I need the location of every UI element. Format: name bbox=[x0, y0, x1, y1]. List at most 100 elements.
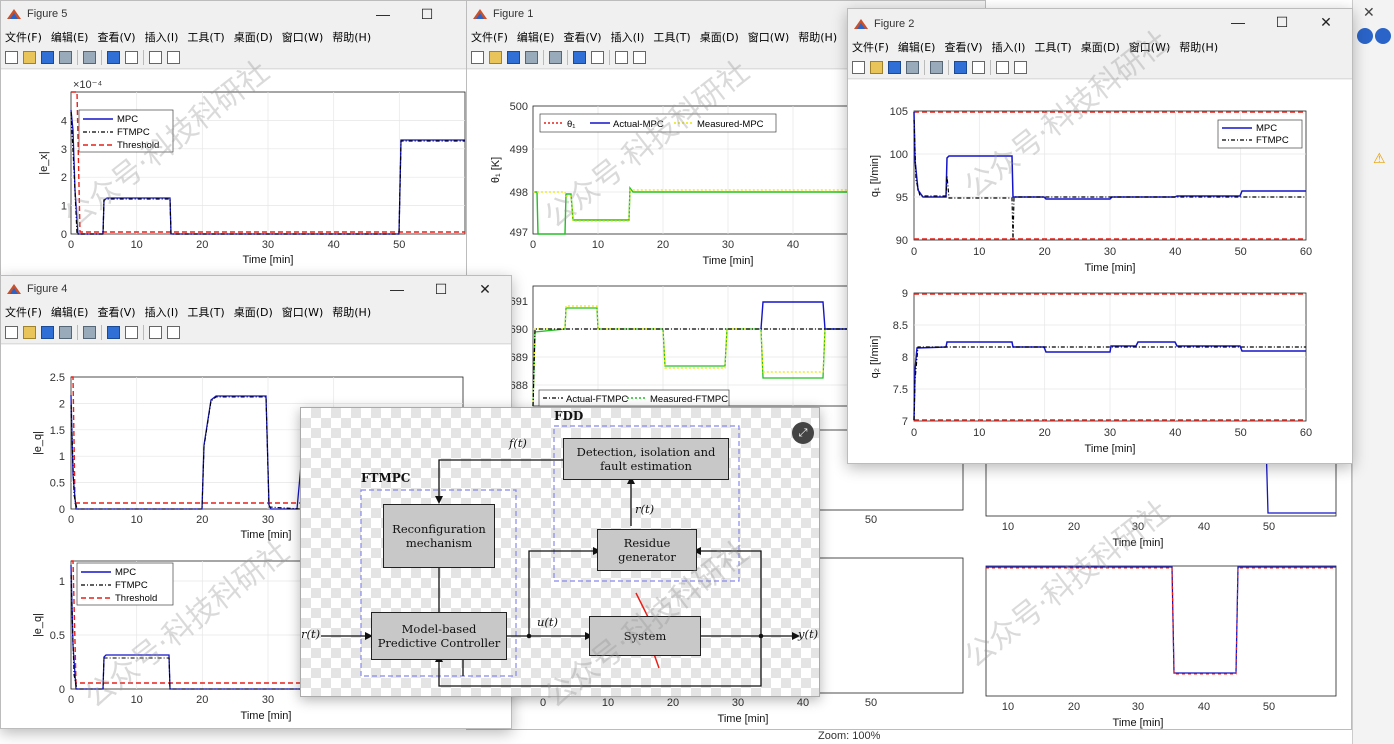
property-editor-icon[interactable] bbox=[1014, 61, 1027, 74]
maximize-button[interactable]: ☐ bbox=[405, 1, 449, 27]
save-icon[interactable] bbox=[41, 326, 54, 339]
menu-help[interactable]: 帮助(H) bbox=[798, 29, 837, 45]
open-folder-icon[interactable] bbox=[870, 61, 883, 74]
property-editor-icon[interactable] bbox=[633, 51, 646, 64]
menu-window[interactable]: 窗口(W) bbox=[1129, 39, 1170, 55]
print-icon[interactable] bbox=[906, 61, 919, 74]
print-icon[interactable] bbox=[525, 51, 538, 64]
menu-desktop[interactable]: 桌面(D) bbox=[700, 29, 739, 45]
minimize-button[interactable]: — bbox=[375, 276, 419, 302]
menu-insert[interactable]: 插入(I) bbox=[611, 29, 645, 45]
warning-icon: ⚠ bbox=[1373, 150, 1386, 166]
minimize-button[interactable]: — bbox=[1216, 9, 1260, 35]
menu-file[interactable]: 文件(F) bbox=[852, 39, 889, 55]
link-icon[interactable] bbox=[83, 326, 96, 339]
menu-file[interactable]: 文件(F) bbox=[5, 304, 42, 320]
pointer-icon[interactable] bbox=[149, 326, 162, 339]
new-file-icon[interactable] bbox=[5, 51, 18, 64]
menu-window[interactable]: 窗口(W) bbox=[282, 29, 323, 45]
menu-insert[interactable]: 插入(I) bbox=[145, 304, 179, 320]
legend-icon[interactable] bbox=[591, 51, 604, 64]
menu-edit[interactable]: 编辑(E) bbox=[898, 39, 936, 55]
menu-view[interactable]: 查看(V) bbox=[944, 39, 982, 55]
link-icon[interactable] bbox=[930, 61, 943, 74]
save-icon[interactable] bbox=[41, 51, 54, 64]
menu-tools[interactable]: 工具(T) bbox=[1034, 39, 1071, 55]
legend-icon[interactable] bbox=[125, 51, 138, 64]
menu-desktop[interactable]: 桌面(D) bbox=[234, 304, 273, 320]
menu-window[interactable]: 窗口(W) bbox=[748, 29, 789, 45]
menu-view[interactable]: 查看(V) bbox=[563, 29, 601, 45]
colorbar-icon[interactable] bbox=[107, 51, 120, 64]
link-icon[interactable] bbox=[83, 51, 96, 64]
pointer-icon[interactable] bbox=[615, 51, 628, 64]
minimize-button[interactable]: — bbox=[361, 1, 405, 27]
xtick: 20 bbox=[196, 514, 208, 526]
legend-threshold: Threshold bbox=[115, 593, 157, 604]
xtick: 60 bbox=[1300, 427, 1312, 439]
fault-signal-label: f(t) bbox=[509, 436, 527, 450]
chevron-down-icon[interactable] bbox=[1375, 28, 1391, 44]
maximize-button[interactable]: ☐ bbox=[1260, 9, 1304, 35]
legend-icon[interactable] bbox=[125, 326, 138, 339]
close-icon[interactable]: ✕ bbox=[1363, 4, 1375, 21]
xtick: 30 bbox=[732, 697, 744, 709]
xtick: 30 bbox=[262, 514, 274, 526]
property-editor-icon[interactable] bbox=[167, 326, 180, 339]
figure1-bottom-legend: Actual-FTMPC Measured-FTMPC bbox=[538, 389, 730, 407]
maximize-button[interactable]: ☐ bbox=[419, 276, 463, 302]
xtick: 60 bbox=[1300, 246, 1312, 258]
legend-actual-mpc: Actual-MPC bbox=[613, 119, 664, 130]
figure2-canvas: 90 95 100 105 0 10 20 30 40 50 60 Time [… bbox=[848, 80, 1352, 463]
colorbar-icon[interactable] bbox=[573, 51, 586, 64]
expand-icon[interactable]: ⤢ bbox=[792, 422, 814, 444]
menu-tools[interactable]: 工具(T) bbox=[653, 29, 690, 45]
xtick: 50 bbox=[1235, 427, 1247, 439]
print-icon[interactable] bbox=[59, 51, 72, 64]
open-folder-icon[interactable] bbox=[489, 51, 502, 64]
legend-icon[interactable] bbox=[972, 61, 985, 74]
colorbar-icon[interactable] bbox=[954, 61, 967, 74]
new-file-icon[interactable] bbox=[471, 51, 484, 64]
menu-tools[interactable]: 工具(T) bbox=[187, 29, 224, 45]
ytick: 690 bbox=[510, 324, 528, 336]
menu-insert[interactable]: 插入(I) bbox=[992, 39, 1026, 55]
menu-edit[interactable]: 编辑(E) bbox=[51, 29, 89, 45]
xtick: 20 bbox=[196, 239, 208, 251]
menu-view[interactable]: 查看(V) bbox=[97, 29, 135, 45]
legend-mpc: MPC bbox=[115, 567, 136, 578]
menu-help[interactable]: 帮助(H) bbox=[332, 304, 371, 320]
menu-help[interactable]: 帮助(H) bbox=[332, 29, 371, 45]
menu-file[interactable]: 文件(F) bbox=[471, 29, 508, 45]
close-button[interactable]: ✕ bbox=[463, 276, 507, 302]
figure2-window: Figure 2 — ☐ ✕ 文件(F) 编辑(E) 查看(V) 插入(I) 工… bbox=[847, 8, 1353, 464]
menu-view[interactable]: 查看(V) bbox=[97, 304, 135, 320]
save-icon[interactable] bbox=[888, 61, 901, 74]
menu-edit[interactable]: 编辑(E) bbox=[51, 304, 89, 320]
menu-desktop[interactable]: 桌面(D) bbox=[234, 29, 273, 45]
property-editor-icon[interactable] bbox=[167, 51, 180, 64]
x-axis-label: Time [min] bbox=[1113, 537, 1164, 549]
open-folder-icon[interactable] bbox=[23, 326, 36, 339]
new-file-icon[interactable] bbox=[852, 61, 865, 74]
xtick: 40 bbox=[1198, 521, 1210, 533]
pointer-icon[interactable] bbox=[149, 51, 162, 64]
save-icon[interactable] bbox=[507, 51, 520, 64]
menu-tools[interactable]: 工具(T) bbox=[187, 304, 224, 320]
xtick: 40 bbox=[1169, 427, 1181, 439]
menu-edit[interactable]: 编辑(E) bbox=[517, 29, 555, 45]
link-icon[interactable] bbox=[549, 51, 562, 64]
print-icon[interactable] bbox=[59, 326, 72, 339]
reference-signal-label: r(t) bbox=[301, 627, 321, 641]
menu-window[interactable]: 窗口(W) bbox=[282, 304, 323, 320]
settings-icon[interactable] bbox=[1357, 28, 1373, 44]
close-button[interactable]: ✕ bbox=[1304, 9, 1348, 35]
new-file-icon[interactable] bbox=[5, 326, 18, 339]
menu-desktop[interactable]: 桌面(D) bbox=[1081, 39, 1120, 55]
menu-file[interactable]: 文件(F) bbox=[5, 29, 42, 45]
open-folder-icon[interactable] bbox=[23, 51, 36, 64]
colorbar-icon[interactable] bbox=[107, 326, 120, 339]
menu-help[interactable]: 帮助(H) bbox=[1179, 39, 1218, 55]
menu-insert[interactable]: 插入(I) bbox=[145, 29, 179, 45]
pointer-icon[interactable] bbox=[996, 61, 1009, 74]
